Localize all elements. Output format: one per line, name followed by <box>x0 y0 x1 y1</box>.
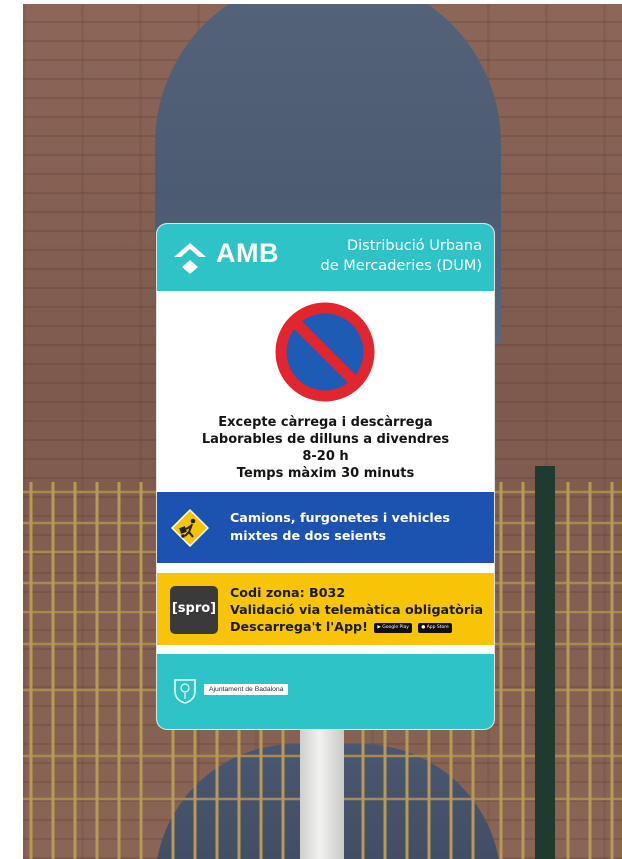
dum-parking-sign: AMB Distribució Urbana de Mercaderies (D… <box>157 224 494 729</box>
app-store-label: App Store <box>426 624 449 630</box>
google-play-badge: ▶ Google Play <box>374 622 412 633</box>
no-parking-icon <box>275 302 375 402</box>
spro-logo-text: [spro] <box>171 601 217 616</box>
spro-logo: [spro] <box>170 586 218 634</box>
validation-note: Validació via telemàtica obligatòria <box>230 602 484 617</box>
municipality-label: Ajuntament de Badalona <box>204 684 289 695</box>
amb-logo-icon <box>174 243 206 274</box>
amb-brand: AMB <box>216 238 279 268</box>
sign-pole <box>300 726 344 859</box>
badalona-crest-icon <box>174 679 196 704</box>
restriction-text: Excepte càrrega i descàrrega Laborables … <box>157 414 494 482</box>
header-title-line1: Distribució Urbana <box>346 238 482 254</box>
rule-line: 8-20 h <box>302 449 349 464</box>
rule-line: Excepte càrrega i descàrrega <box>218 415 433 430</box>
zone-panel: [spro] Codi zona: B032 Validació via tel… <box>157 573 494 645</box>
rule-line: Laborables de dilluns a divendres <box>201 432 450 447</box>
header-title-line2: de Mercaderies (DUM) <box>320 258 482 274</box>
google-play-label: Google Play <box>382 624 409 630</box>
rule-line: Temps màxim 30 minuts <box>236 466 415 481</box>
app-line: Descarrega't l'App! ▶ Google Play ● App … <box>230 618 483 635</box>
sign-header: AMB Distribució Urbana de Mercaderies (D… <box>157 224 494 291</box>
zone-code: Codi zona: B032 <box>230 585 346 600</box>
zone-text: Codi zona: B032 Validació via telemàtica… <box>230 584 483 635</box>
app-download-text: Descarrega't l'App! <box>230 619 368 634</box>
app-store-badge: ● App Store <box>418 622 452 633</box>
vehicles-text: Camions, furgonetes i vehicles mixtes de… <box>230 509 450 545</box>
vehicles-panel: Camions, furgonetes i vehicles mixtes de… <box>157 492 494 563</box>
vehicles-line: Camions, furgonetes i vehicles <box>230 510 450 525</box>
vehicles-line: mixtes de dos seients <box>230 528 387 543</box>
sign-footer: Ajuntament de Badalona <box>157 654 494 729</box>
hand-truck-icon <box>171 509 209 547</box>
